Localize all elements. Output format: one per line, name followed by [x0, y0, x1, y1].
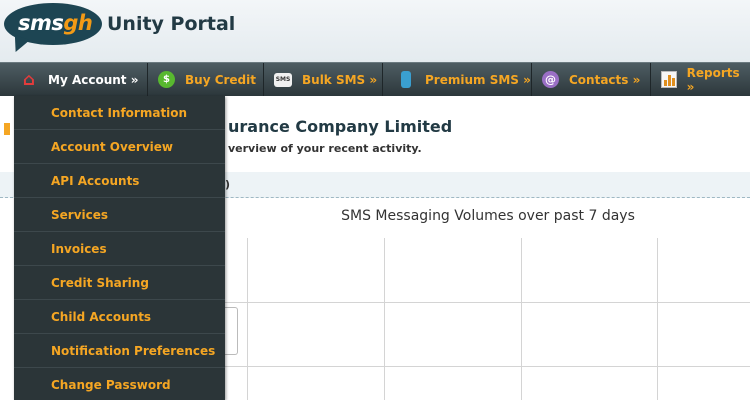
nav-label: Reports »	[686, 65, 740, 94]
nav-premium-sms[interactable]: Premium SMS »	[383, 63, 532, 96]
my-account-dropdown: Contact Information Account Overview API…	[14, 96, 225, 400]
home-icon: ⌂	[22, 69, 36, 90]
menu-item-contact-information[interactable]: Contact Information	[14, 96, 225, 130]
grid-line	[657, 238, 658, 400]
menu-item-account-overview[interactable]: Account Overview	[14, 130, 225, 164]
nav-bulk-sms[interactable]: SMS Bulk SMS »	[264, 63, 383, 96]
grid-line	[384, 238, 385, 400]
overview-subtitle: verview of your recent activity.	[228, 142, 422, 155]
logo-text: smsgh	[18, 11, 93, 35]
nav-reports[interactable]: Reports »	[651, 63, 750, 96]
grid-line	[225, 366, 750, 367]
menu-item-credit-sharing[interactable]: Credit Sharing	[14, 266, 225, 300]
chart-title: SMS Messaging Volumes over past 7 days	[341, 208, 635, 224]
smsgh-logo[interactable]: smsgh	[4, 3, 102, 56]
nav-buy-credit[interactable]: $ Buy Credit	[148, 63, 264, 96]
nav-label: My Account »	[48, 72, 139, 87]
phone-icon	[397, 71, 415, 89]
menu-item-notification-preferences[interactable]: Notification Preferences	[14, 334, 225, 368]
nav-contacts[interactable]: @ Contacts »	[532, 63, 651, 96]
portal-title: Unity Portal	[107, 13, 236, 35]
grid-line	[247, 238, 248, 400]
summary-strip-text: )	[225, 178, 231, 191]
main-nav: ⌂ My Account » $ Buy Credit SMS Bulk SMS…	[0, 62, 750, 96]
section-marker	[4, 123, 10, 135]
company-name: urance Company Limited	[228, 117, 453, 136]
menu-item-invoices[interactable]: Invoices	[14, 232, 225, 266]
logo-gh: gh	[63, 11, 93, 35]
chart-icon	[661, 71, 677, 88]
grid-line	[225, 302, 750, 303]
logo-sms: sms	[18, 11, 64, 35]
nav-label: Buy Credit	[185, 72, 256, 87]
dollar-icon: $	[158, 71, 175, 88]
grid-line	[521, 238, 522, 400]
at-icon: @	[542, 71, 559, 88]
app-header: smsgh Unity Portal	[0, 0, 750, 62]
logo-bubble-tail	[9, 34, 31, 56]
nav-label: Contacts »	[569, 72, 641, 87]
nav-label: Bulk SMS »	[302, 72, 378, 87]
menu-item-change-password[interactable]: Change Password	[14, 368, 225, 400]
menu-item-services[interactable]: Services	[14, 198, 225, 232]
menu-item-api-accounts[interactable]: API Accounts	[14, 164, 225, 198]
nav-label: Premium SMS »	[425, 72, 531, 87]
sms-icon: SMS	[274, 72, 292, 87]
menu-item-child-accounts[interactable]: Child Accounts	[14, 300, 225, 334]
chart-grid	[225, 238, 750, 400]
nav-my-account[interactable]: ⌂ My Account »	[0, 63, 148, 96]
